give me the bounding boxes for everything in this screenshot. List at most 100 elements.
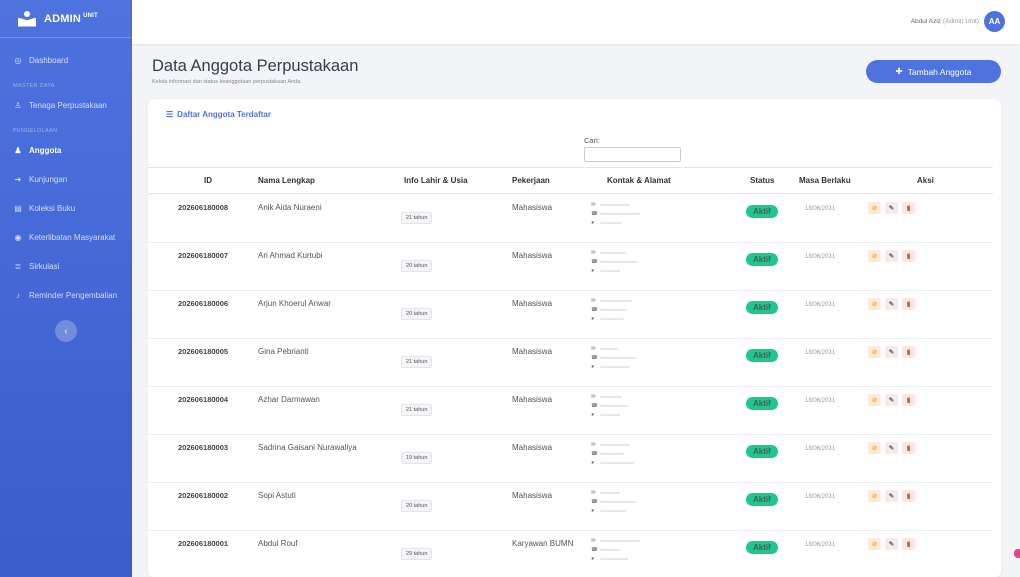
member-job: Karyawan BUMN: [512, 539, 574, 548]
email-redacted: [600, 540, 640, 542]
sidebar-item-dashboard[interactable]: ◎ Dashboard: [0, 46, 132, 75]
envelope-icon: ✉: [591, 538, 596, 544]
trash-icon: ▮: [906, 445, 911, 452]
edit-button[interactable]: ✎: [885, 250, 898, 262]
table-row: 202606180002 Sopi Astuti 20 tahun Mahasiswa…: [148, 483, 993, 531]
edit-icon: ✎: [888, 541, 895, 548]
floating-widget[interactable]: [1014, 549, 1020, 558]
envelope-icon: ✉: [591, 202, 596, 208]
col-job[interactable]: Pekerjaan: [512, 176, 550, 185]
envelope-icon: ✉: [591, 490, 596, 496]
add-member-button[interactable]: ✚ Tambah Anggota: [866, 60, 1001, 83]
contact-info: ✉ ☎ ●: [591, 202, 640, 226]
edit-icon: ✎: [888, 205, 895, 212]
delete-button[interactable]: ▮: [902, 490, 915, 502]
edit-button[interactable]: ✎: [885, 346, 898, 358]
user-icon: ♙: [14, 101, 22, 110]
deactivate-button[interactable]: ⊘: [868, 442, 881, 454]
phone-redacted: [600, 405, 628, 407]
sidebar-item-koleksi-buku[interactable]: ▤ Koleksi Buku: [0, 194, 132, 223]
col-birth[interactable]: Info Lahir & Usia: [404, 176, 468, 185]
edit-button[interactable]: ✎: [885, 394, 898, 406]
delete-button[interactable]: ▮: [902, 346, 915, 358]
sidebar-item-keterlibatan-masyarakat[interactable]: ◉ Keterlibatan Masyarakat: [0, 223, 132, 252]
member-id: 202606180005: [178, 347, 229, 356]
delete-button[interactable]: ▮: [902, 298, 915, 310]
member-job: Mahasiswa: [512, 299, 553, 308]
phone-redacted: [600, 549, 620, 551]
member-name: Sadrina Gaisani Nurawaliya: [258, 443, 357, 452]
member-id: 202606180002: [178, 491, 229, 500]
row-actions: ⊘ ✎ ▮: [868, 538, 915, 550]
email-redacted: [600, 300, 632, 302]
sidebar-toggle-button[interactable]: ‹: [55, 320, 77, 342]
deactivate-button[interactable]: ⊘: [868, 538, 881, 550]
expiry-date: 18/06/2031: [805, 446, 836, 452]
sidebar-item-tenaga-perpustakaan[interactable]: ♙ Tenaga Perpustakaan: [0, 91, 132, 120]
sidebar-item-sirkulasi[interactable]: ≣ Sirkulasi: [0, 252, 132, 281]
edit-button[interactable]: ✎: [885, 538, 898, 550]
deactivate-button[interactable]: ⊘: [868, 202, 881, 214]
ban-icon: ⊘: [871, 253, 878, 260]
sidebar-item-kunjungan[interactable]: ➜ Kunjungan: [0, 165, 132, 194]
card-title: Daftar Anggota Terdaftar: [177, 110, 271, 119]
trash-icon: ▮: [906, 493, 911, 500]
phone-icon: ☎: [591, 211, 598, 217]
avatar[interactable]: AA: [984, 11, 1005, 32]
deactivate-button[interactable]: ⊘: [868, 346, 881, 358]
user-role: (Admin Unit): [942, 18, 979, 25]
expiry-date: 18/06/2031: [805, 494, 836, 500]
ban-icon: ⊘: [871, 541, 878, 548]
member-job: Mahasiswa: [512, 251, 553, 260]
member-id: 202606180003: [178, 443, 229, 452]
delete-button[interactable]: ▮: [902, 538, 915, 550]
sidebar-heading: PENGELOLAAN: [13, 128, 58, 134]
deactivate-button[interactable]: ⊘: [868, 298, 881, 310]
delete-button[interactable]: ▮: [902, 394, 915, 406]
delete-button[interactable]: ▮: [902, 202, 915, 214]
delete-button[interactable]: ▮: [902, 442, 915, 454]
col-status[interactable]: Status: [750, 176, 774, 185]
phone-redacted: [600, 453, 624, 455]
row-actions: ⊘ ✎ ▮: [868, 490, 915, 502]
trash-icon: ▮: [906, 541, 911, 548]
col-expiry[interactable]: Masa Berlaku: [799, 176, 851, 185]
map-pin-icon: ●: [591, 412, 595, 418]
email-redacted: [600, 396, 622, 398]
address-redacted: [600, 366, 630, 368]
edit-button[interactable]: ✎: [885, 298, 898, 310]
edit-button[interactable]: ✎: [885, 490, 898, 502]
edit-icon: ✎: [888, 445, 895, 452]
table-row: 202606180006 Arjun Khoerul Anwar 20 tahun M…: [148, 291, 993, 339]
member-id: 202606180007: [178, 251, 229, 260]
col-contact[interactable]: Kontak & Alamat: [607, 176, 671, 185]
edit-button[interactable]: ✎: [885, 202, 898, 214]
member-job: Mahasiswa: [512, 395, 553, 404]
status-badge: Aktif: [746, 205, 778, 218]
table-row: 202606180003 Sadrina Gaisani Nurawaliya 19…: [148, 435, 993, 483]
deactivate-button[interactable]: ⊘: [868, 250, 881, 262]
email-redacted: [600, 348, 618, 350]
page-title: Data Anggota Perpustakaan: [152, 57, 359, 75]
member-job: Mahasiswa: [512, 347, 553, 356]
brand[interactable]: ADMIN UNIT: [0, 0, 132, 38]
phone-icon: ☎: [591, 259, 598, 265]
sidebar-item-anggota[interactable]: ♟ Anggota: [0, 136, 132, 165]
phone-redacted: [600, 501, 636, 503]
user-menu[interactable]: Abdul Aziz (Admin Unit) AA: [911, 11, 1005, 32]
age-badge: 20 tahun: [401, 500, 433, 512]
col-id[interactable]: ID: [204, 176, 212, 185]
col-name[interactable]: Nama Lengkap: [258, 176, 315, 185]
delete-button[interactable]: ▮: [902, 250, 915, 262]
email-redacted: [600, 204, 630, 206]
sidebar-item-label: Tenaga Perpustakaan: [29, 101, 107, 110]
page-subtitle: Kelola informasi dan status keanggotaan …: [152, 79, 302, 85]
age-badge: 20 tahun: [401, 260, 433, 272]
deactivate-button[interactable]: ⊘: [868, 490, 881, 502]
edit-button[interactable]: ✎: [885, 442, 898, 454]
search-input[interactable]: [584, 147, 681, 162]
sidebar: ADMIN UNIT ◎ Dashboard MASTER DATA ♙ Tenaga P…: [0, 0, 132, 577]
status-badge: Aktif: [746, 493, 778, 506]
deactivate-button[interactable]: ⊘: [868, 394, 881, 406]
sidebar-item-reminder-pengembalian[interactable]: ♪ Reminder Pengembalian: [0, 281, 132, 310]
